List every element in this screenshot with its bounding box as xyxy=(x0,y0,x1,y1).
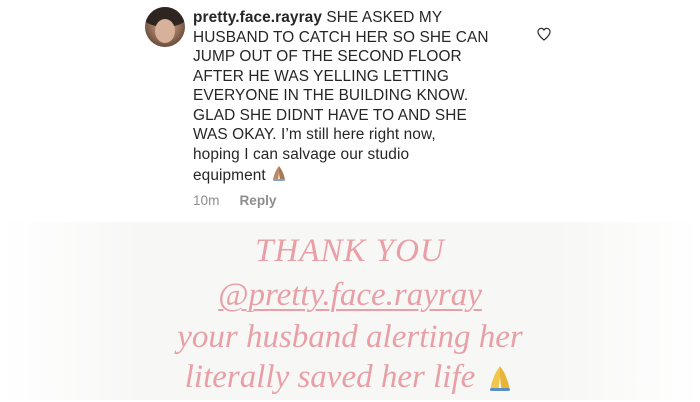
folded-hands-icon xyxy=(485,363,515,402)
story-thank-you: THANK YOU xyxy=(255,233,445,269)
avatar[interactable] xyxy=(145,7,185,47)
comment-username[interactable]: pretty.face.rayray xyxy=(193,9,322,26)
story-line-4-text: literally saved her life xyxy=(184,359,476,395)
avatar-face xyxy=(155,19,175,43)
comment-meta: 10m Reply xyxy=(193,193,276,208)
folded-hands-icon xyxy=(270,164,288,188)
story-line-4: literally saved her life xyxy=(0,358,700,402)
comment: pretty.face.rayray SHE ASKED MY HUSBAND … xyxy=(0,0,700,222)
heart-outline-icon[interactable] xyxy=(536,26,552,42)
story-line-3: your husband alerting her xyxy=(177,319,523,355)
comment-text: SHE ASKED MY HUSBAND TO CATCH HER SO SHE… xyxy=(193,9,489,184)
reply-button[interactable]: Reply xyxy=(239,193,276,208)
comment-time: 10m xyxy=(193,193,220,208)
comment-body: pretty.face.rayray SHE ASKED MY HUSBAND … xyxy=(193,8,523,188)
story-mention-link[interactable]: @pretty.face.rayray xyxy=(0,276,700,314)
